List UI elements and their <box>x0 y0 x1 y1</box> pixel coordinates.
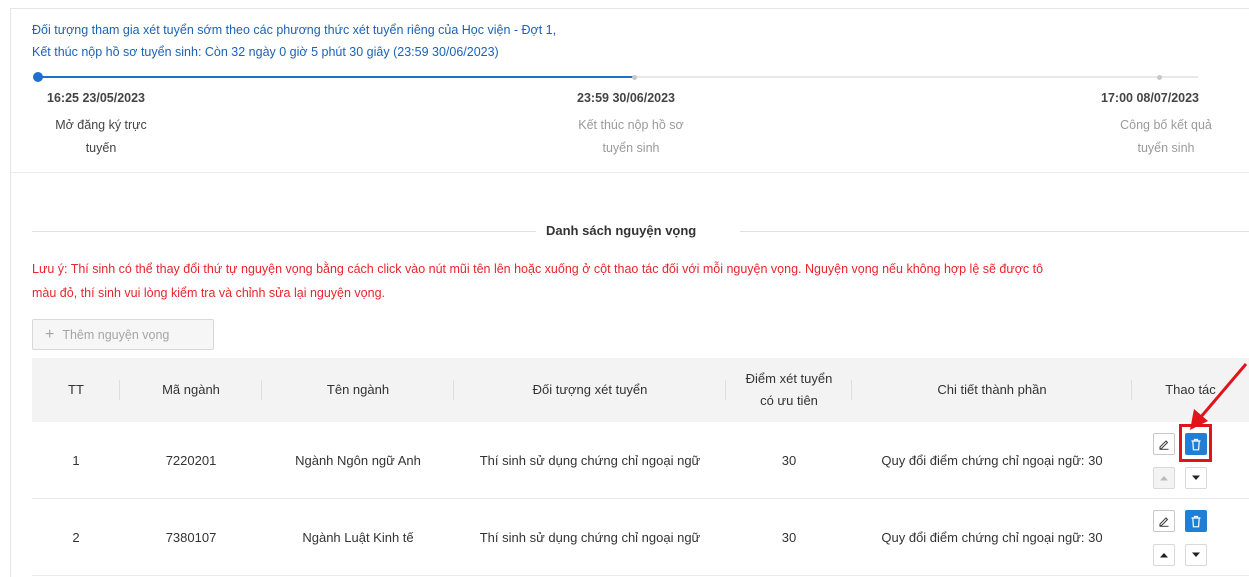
pencil-icon <box>1159 440 1169 450</box>
red-arrow <box>1190 363 1248 430</box>
timeline-step-1-date: 16:25 23/05/2023 <box>47 91 146 105</box>
section-title: Danh sách nguyện vọng <box>546 223 697 238</box>
cell-ten-nganh: Ngành Luật Kinh tế <box>302 530 414 545</box>
caret-down-icon <box>1192 552 1200 557</box>
col-header-tt: TT <box>32 358 120 422</box>
move-up-button[interactable] <box>1153 544 1175 566</box>
caret-up-icon <box>1160 553 1168 558</box>
cell-diem: 30 <box>781 453 797 468</box>
cell-ten-nganh: Ngành Ngôn ngữ Anh <box>295 453 421 468</box>
section-header: Danh sách nguyện vọng <box>32 221 1249 241</box>
warning-note-line-1: Lưu ý: Thí sinh có thể thay đổi thứ tự n… <box>32 262 1044 276</box>
col-header-doi-tuong: Đối tượng xét tuyển <box>454 358 726 422</box>
move-down-button[interactable] <box>1185 467 1207 489</box>
caret-down-icon <box>1192 475 1200 480</box>
table-header: TT Mã ngành Tên ngành Đối tượng xét tuyể… <box>32 358 1249 422</box>
deadline-countdown: Kết thúc nộp hồ sơ tuyển sinh: Còn 32 ng… <box>32 45 499 59</box>
timeline-step-3-date: 17:00 08/07/2023 <box>1101 91 1200 105</box>
col-header-ma-nganh: Mã ngành <box>120 358 262 422</box>
timeline-dot-active <box>33 72 43 82</box>
divider-line <box>740 231 1249 232</box>
timeline-progress <box>38 76 634 78</box>
col-header-chi-tiet: Chi tiết thành phần <box>852 358 1132 422</box>
edit-button[interactable] <box>1153 510 1175 532</box>
plus-icon: + <box>45 325 55 343</box>
timeline-step-2-label: Kết thúc nộp hồ sơ tuyển sinh <box>578 118 684 155</box>
edit-button[interactable] <box>1153 433 1175 455</box>
cell-chi-tiet: Quy đổi điểm chứng chỉ ngoại ngữ: 30 <box>881 453 1103 468</box>
col-header-ten-nganh: Tên ngành <box>262 358 454 422</box>
cell-diem: 30 <box>781 530 797 545</box>
cell-tt: 2 <box>72 530 80 545</box>
section-divider <box>10 172 1249 173</box>
cell-tt: 1 <box>72 453 80 468</box>
pencil-icon <box>1159 517 1169 527</box>
phase-title: Đối tượng tham gia xét tuyển sớm theo cá… <box>32 23 557 37</box>
trash-icon <box>1191 515 1201 527</box>
add-wish-button[interactable]: + Thêm nguyện vọng <box>32 319 214 350</box>
move-up-button[interactable] <box>1153 467 1175 489</box>
cell-chi-tiet: Quy đổi điểm chứng chỉ ngoại ngữ: 30 <box>881 530 1103 545</box>
table-row: 2 7380107 Ngành Luật Kinh tế Thí sinh sử… <box>32 499 1249 576</box>
timeline-dot <box>1157 75 1162 80</box>
cell-doi-tuong: Thí sinh sử dụng chứng chỉ ngoại ngữ <box>479 453 701 468</box>
warning-note-line-2: màu đỏ, thí sinh vui lòng kiểm tra và ch… <box>32 286 386 300</box>
table-row: 1 7220201 Ngành Ngôn ngữ Anh Thí sinh sử… <box>32 422 1249 499</box>
caret-up-icon <box>1160 476 1168 481</box>
timeline-step-2-date: 23:59 30/06/2023 <box>577 91 676 105</box>
delete-button[interactable] <box>1185 510 1207 532</box>
divider-line <box>32 231 536 232</box>
cell-ma-nganh: 7380107 <box>165 530 217 545</box>
timeline-step-1-label: Mở đăng ký trực tuyến <box>55 118 147 155</box>
cell-doi-tuong: Thí sinh sử dụng chứng chỉ ngoại ngữ <box>479 530 701 545</box>
timeline-dot <box>632 75 637 80</box>
cell-ma-nganh: 7220201 <box>165 453 217 468</box>
timeline-step-3-label: Công bố kết quả tuyển sinh <box>1120 118 1212 155</box>
move-down-button[interactable] <box>1185 544 1207 566</box>
add-wish-label: Thêm nguyện vọng <box>62 327 170 342</box>
col-header-diem: Điểm xét tuyển có ưu tiên <box>726 358 852 422</box>
